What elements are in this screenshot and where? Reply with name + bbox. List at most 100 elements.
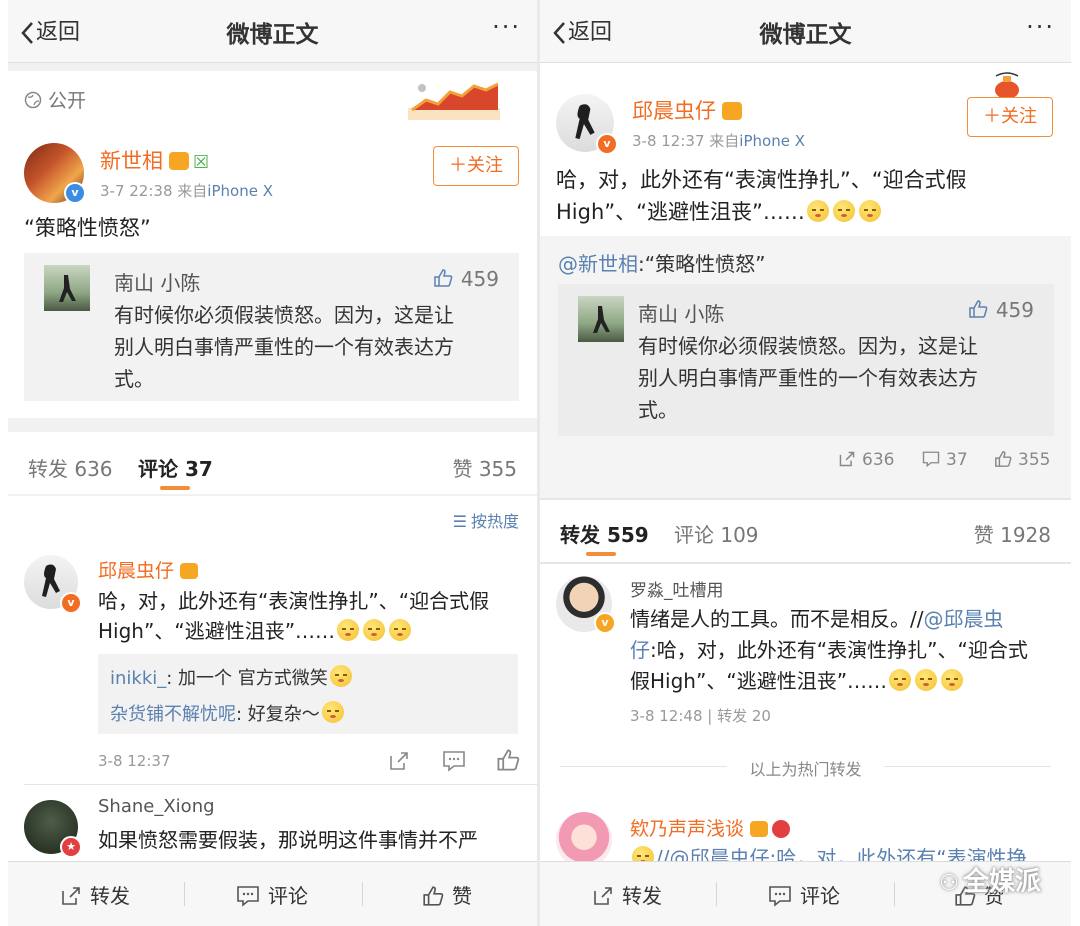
reply-box[interactable]: inikki_: 加一个 官方式微笑 杂货铺不解忧呢: 好复杂～ <box>98 654 518 734</box>
right-screenshot: 返回 微博正文 ··· v 邱晨虫仔 3-8 12:37 来自iPhone X … <box>540 0 1071 926</box>
author-name[interactable]: 新世相 ☒ <box>100 145 209 175</box>
commenter-name[interactable]: Shane_Xiong <box>98 796 215 817</box>
member-icon: ☒ <box>193 152 210 173</box>
tab-repost[interactable]: 转发 636 <box>28 453 113 482</box>
vip-crown-icon <box>180 563 199 579</box>
reposter-name[interactable]: 欸乃声声浅谈 <box>630 814 791 841</box>
thumbs-up-icon[interactable] <box>496 748 520 772</box>
person-figure-icon <box>59 275 76 302</box>
repost-button[interactable]: 转发 <box>592 880 662 909</box>
divider <box>8 494 537 496</box>
share-icon <box>62 887 80 905</box>
tab-like[interactable]: 赞 1928 <box>974 519 1051 548</box>
sort-icon: ☰ <box>452 512 467 531</box>
comment-time: 3-8 12:37 <box>98 752 171 770</box>
quoted-author: 南山 小陈 <box>114 271 201 295</box>
commenter-name[interactable]: 邱晨虫仔 <box>98 556 199 583</box>
visibility-label: 公开 <box>24 86 86 113</box>
nav-bar: 返回 微博正文 ··· <box>8 0 537 63</box>
globe-icon <box>24 91 42 109</box>
share-icon <box>594 887 612 905</box>
emoji-icon <box>806 200 829 222</box>
reply-item[interactable]: 杂货铺不解忧呢: 好复杂～ <box>110 700 346 726</box>
retweet-source: @新世相:“策略性愤怒” <box>558 252 766 276</box>
sort-button[interactable]: ☰ 按热度 <box>453 508 519 532</box>
quoted-likes[interactable]: 459 <box>433 267 499 291</box>
post-meta: 3-8 12:37 来自iPhone X <box>632 132 805 150</box>
comment-button[interactable]: 评论 <box>768 880 840 909</box>
thumbs-up-icon <box>995 451 1012 467</box>
divider <box>8 63 537 71</box>
reposter-name[interactable]: 罗淼_吐槽用 <box>630 576 724 601</box>
quoted-avatar <box>44 265 90 311</box>
retweet-repost-count[interactable]: 636 <box>838 450 894 470</box>
comment-text: 哈，对，此外还有“表演性挣扎”、“迎合式假 High”、“逃避性沮丧”…… <box>98 589 490 643</box>
quoted-post[interactable]: 南山 小陈 459 有时候你必须假装愤怒。因为，这是让 别人明白事情严重性的一个有… <box>558 284 1054 436</box>
divider <box>24 784 537 785</box>
left-screenshot: 返回 微博正文 ··· 公开 v 新世相 ☒ 3-7 22:38 来自iPhone… <box>8 0 537 926</box>
follow-button[interactable]: ＋关注 <box>433 146 519 186</box>
verified-icon: v <box>64 182 86 204</box>
retweet-comment-count[interactable]: 37 <box>922 450 968 470</box>
tab-comment[interactable]: 评论 37 <box>138 453 213 482</box>
emoji-icon <box>363 619 386 641</box>
separator <box>894 882 895 906</box>
reply-item[interactable]: inikki_: 加一个 官方式微笑 <box>110 664 354 690</box>
share-icon[interactable] <box>388 750 410 772</box>
tab-indicator <box>160 486 190 490</box>
separator <box>184 882 185 906</box>
quoted-author: 南山 小陈 <box>638 302 725 326</box>
comment-icon[interactable] <box>442 750 466 772</box>
tab-like[interactable]: 赞 355 <box>452 453 517 482</box>
mention-link[interactable]: @新世相 <box>558 252 638 276</box>
comment-text: 如果愤怒需要假装，那说明这件事情并不严 <box>98 828 478 852</box>
more-icon[interactable]: ··· <box>492 13 521 41</box>
tab-comment[interactable]: 评论 109 <box>674 519 759 548</box>
vip-crown-icon <box>169 152 189 170</box>
quoted-avatar <box>578 296 624 342</box>
bottom-toolbar: 转发 评论 赞 <box>8 861 537 926</box>
author-name[interactable]: 邱晨虫仔 <box>632 95 742 125</box>
quoted-text: 有时候你必须假装愤怒。因为，这是让 别人明白事情严重性的一个有效表达方 式。 <box>114 303 454 391</box>
vip-crown-icon <box>750 821 769 837</box>
post-text: 哈，对，此外还有“表演性挣扎”、“迎合式假 High”、“逃避性沮丧”…… <box>556 168 967 224</box>
smile-emoji-icon <box>329 665 352 687</box>
divider <box>540 562 1071 564</box>
retweet-like-count[interactable]: 355 <box>994 450 1050 470</box>
nav-bar: 返回 微博正文 ··· <box>540 0 1071 63</box>
emoji-icon <box>832 200 855 222</box>
thumbs-up-icon <box>969 300 988 318</box>
wechat-icon: ⚇ <box>939 871 959 896</box>
quoted-post[interactable]: 南山 小陈 459 有时候你必须假装愤怒。因为，这是让 别人明白事情严重性的一个有… <box>24 253 519 401</box>
quoted-text: 有时候你必须假装愤怒。因为，这是让 别人明白事情严重性的一个有效表达方 式。 <box>638 334 978 422</box>
emoji-icon <box>941 669 964 691</box>
vip-crown-icon <box>722 102 742 120</box>
repost-meta: 3-8 12:48 | 转发 20 <box>630 707 771 725</box>
tab-repost[interactable]: 转发 559 <box>560 519 649 548</box>
emoji-icon <box>889 669 912 691</box>
quoted-likes[interactable]: 459 <box>968 298 1034 322</box>
comment-icon <box>922 451 940 468</box>
tab-bar: 转发 559 评论 109 赞 1928 <box>540 500 1071 562</box>
follow-button[interactable]: ＋关注 <box>967 97 1053 137</box>
verified-icon: ★ <box>60 836 82 858</box>
more-icon[interactable]: ··· <box>1026 13 1055 41</box>
person-figure-icon <box>593 306 610 333</box>
separator <box>716 882 717 906</box>
tab-indicator <box>586 552 616 556</box>
comment-icon <box>237 886 259 907</box>
great-wall-decoration <box>408 82 500 120</box>
lantern-decoration <box>995 72 1019 99</box>
comment-button[interactable]: 评论 <box>236 880 308 909</box>
post-text: “策略性愤怒” <box>24 216 151 240</box>
repost-avatar[interactable] <box>556 812 612 868</box>
repost-text: 情绪是人的工具。而不是相反。//@邱晨虫 仔:哈，对，此外还有“表演性挣扎”、“… <box>630 607 1028 693</box>
retweet-block[interactable]: @新世相:“策略性愤怒” 南山 小陈 459 有时候你必须假装愤怒。因为，这是让… <box>540 236 1071 498</box>
share-icon <box>839 451 855 467</box>
emoji-icon <box>321 701 344 723</box>
separator <box>362 882 363 906</box>
page-title: 微博正文 <box>759 22 852 48</box>
repost-button[interactable]: 转发 <box>60 880 130 909</box>
divider <box>8 418 537 432</box>
like-button[interactable]: 赞 <box>422 880 472 909</box>
